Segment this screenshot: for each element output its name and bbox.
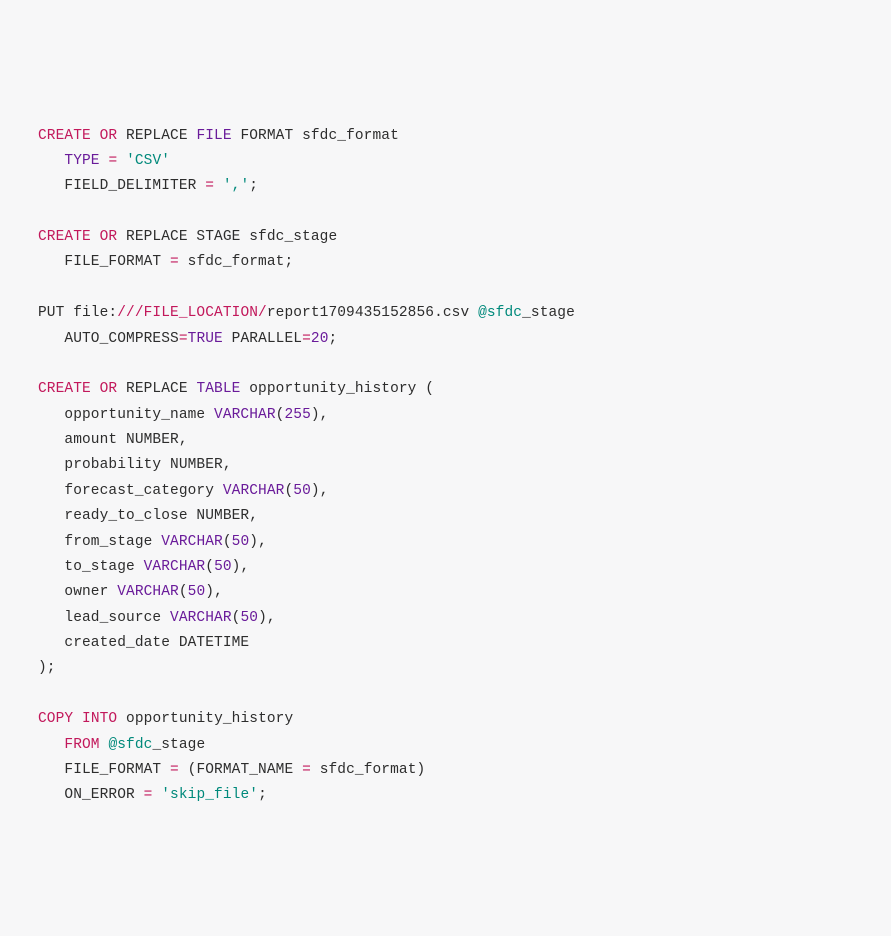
code-token: FILE	[196, 128, 231, 144]
code-token: PUT file:	[38, 305, 117, 321]
code-token: ON_ERROR	[64, 787, 143, 803]
code-token: _stage	[522, 305, 575, 321]
code-token	[214, 178, 223, 194]
code-token: ready_to_close NUMBER,	[64, 508, 258, 524]
code-token: FIELD_DELIMITER	[64, 178, 205, 194]
code-token	[73, 711, 82, 727]
code-token: ','	[223, 178, 249, 194]
code-token: VARCHAR	[170, 610, 232, 626]
code-token: ),	[311, 407, 329, 423]
code-token: 50	[188, 584, 206, 600]
code-token: 20	[311, 331, 329, 347]
code-token: opportunity_history	[117, 711, 293, 727]
code-token: @sfdc	[108, 737, 152, 753]
code-token: ;	[329, 331, 338, 347]
code-token: INTO	[82, 711, 117, 727]
code-token: =	[108, 153, 117, 169]
code-token: 'skip_file'	[161, 787, 258, 803]
code-token: =	[144, 787, 153, 803]
code-token: 'CSV'	[126, 153, 170, 169]
code-token: amount NUMBER,	[64, 432, 187, 448]
code-token: AUTO_COMPRESS	[64, 331, 178, 347]
code-token	[152, 787, 161, 803]
code-token: 50	[293, 483, 311, 499]
code-token: PARALLEL	[223, 331, 302, 347]
code-token: =	[179, 331, 188, 347]
code-token: =	[205, 178, 214, 194]
code-token: _stage	[152, 737, 205, 753]
code-token: CREATE OR	[38, 381, 117, 397]
code-token: probability NUMBER,	[64, 457, 231, 473]
code-token: owner	[64, 584, 117, 600]
code-token: ),	[249, 534, 267, 550]
code-token: FROM	[64, 737, 99, 753]
code-token: TABLE	[196, 381, 240, 397]
code-token: ),	[205, 584, 223, 600]
code-token: 50	[214, 559, 232, 575]
code-token: FILE_FORMAT	[64, 254, 170, 270]
code-token: ),	[258, 610, 276, 626]
code-token	[117, 153, 126, 169]
code-token: (	[223, 534, 232, 550]
code-token: sfdc_format)	[311, 762, 425, 778]
code-token: VARCHAR	[214, 407, 276, 423]
code-token: sfdc_format;	[179, 254, 293, 270]
code-token: from_stage	[64, 534, 161, 550]
code-token: VARCHAR	[144, 559, 206, 575]
code-token: VARCHAR	[117, 584, 179, 600]
code-token: VARCHAR	[161, 534, 223, 550]
code-token: opportunity_history (	[240, 381, 434, 397]
code-token: @sfdc	[478, 305, 522, 321]
code-token: CREATE OR	[38, 128, 117, 144]
code-token: VARCHAR	[223, 483, 285, 499]
code-token: ;	[258, 787, 267, 803]
code-token: );	[38, 660, 56, 676]
code-token: REPLACE STAGE sfdc_stage	[117, 229, 337, 245]
code-token: lead_source	[64, 610, 170, 626]
code-token: opportunity_name	[64, 407, 214, 423]
code-token: FORMAT sfdc_format	[232, 128, 399, 144]
code-token: =	[302, 762, 311, 778]
code-token: REPLACE	[117, 381, 196, 397]
code-token: (FORMAT_NAME	[179, 762, 302, 778]
code-token: created_date DATETIME	[64, 635, 249, 651]
sql-code-block: CREATE OR REPLACE FILE FORMAT sfdc_forma…	[38, 124, 853, 809]
code-token: COPY	[38, 711, 73, 727]
code-token: REPLACE	[117, 128, 196, 144]
code-token: to_stage	[64, 559, 143, 575]
code-token: ),	[311, 483, 329, 499]
code-token: 255	[284, 407, 310, 423]
code-token: TRUE	[188, 331, 223, 347]
code-token: =	[170, 254, 179, 270]
code-token: (	[179, 584, 188, 600]
code-token: 50	[232, 534, 250, 550]
code-token: =	[170, 762, 179, 778]
code-token: forecast_category	[64, 483, 222, 499]
code-token: report1709435152856.csv	[267, 305, 478, 321]
code-token: TYPE	[64, 153, 99, 169]
code-token: ///FILE_LOCATION/	[117, 305, 267, 321]
code-token: =	[302, 331, 311, 347]
code-token: ;	[249, 178, 258, 194]
code-token: CREATE OR	[38, 229, 117, 245]
code-token: 50	[240, 610, 258, 626]
code-token: (	[284, 483, 293, 499]
code-token: ),	[232, 559, 250, 575]
code-token: FILE_FORMAT	[64, 762, 170, 778]
code-token: (	[205, 559, 214, 575]
